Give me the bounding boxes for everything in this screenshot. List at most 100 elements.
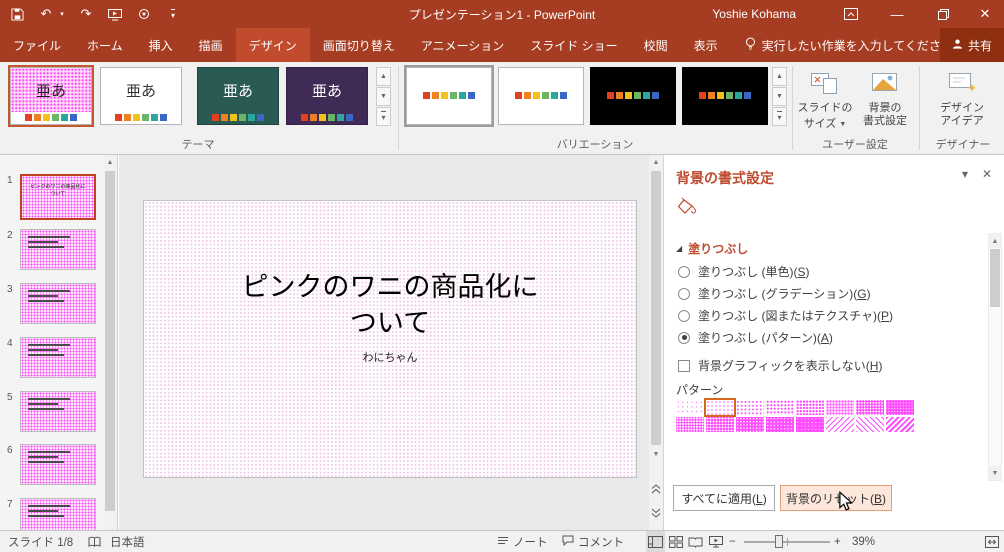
pattern-swatch[interactable] [676, 400, 704, 415]
zoom-out-icon[interactable]: − [729, 531, 736, 552]
radio-picture-texture-fill[interactable]: 塗りつぶし (図またはテクスチャ)(P) [678, 307, 893, 324]
variant-thumbnail[interactable] [590, 67, 676, 125]
tab-file[interactable]: ファイル [0, 28, 74, 62]
zoom-percentage[interactable]: 39% [852, 531, 875, 552]
tab-draw[interactable]: 描画 [186, 28, 236, 62]
tab-view[interactable]: 表示 [681, 28, 731, 62]
slide-thumbnail-7[interactable]: 7 [7, 498, 96, 530]
scrollbar-thumb[interactable] [990, 249, 1000, 307]
slide-subtitle-text[interactable]: わにちゃん [144, 349, 636, 365]
slide-thumbnail-5[interactable]: 5 [7, 391, 96, 432]
gallery-scroll-up-icon[interactable]: ▲ [772, 67, 787, 86]
restore-button[interactable] [928, 0, 958, 28]
customize-quick-access-icon[interactable]: ▾ [164, 4, 182, 24]
previous-slide-icon[interactable] [649, 481, 663, 497]
start-slideshow-icon[interactable] [106, 4, 124, 24]
slide-thumbnail-1[interactable]: 1 ピンクのワニの商品化に ついて [7, 174, 96, 220]
pattern-swatch[interactable] [856, 417, 884, 432]
theme-thumbnail[interactable]: 亜あ [100, 67, 182, 125]
pattern-swatch[interactable] [886, 400, 914, 415]
normal-view-button[interactable] [646, 531, 665, 552]
next-slide-icon[interactable] [649, 505, 663, 521]
tab-transitions[interactable]: 画面切り替え [310, 28, 408, 62]
gallery-more-icon[interactable]: ▾ [772, 107, 787, 126]
ribbon-display-options-icon[interactable] [836, 0, 866, 28]
tell-me-box[interactable]: 実行したい作業を入力してください [745, 28, 953, 62]
tab-home[interactable]: ホーム [74, 28, 136, 62]
scroll-up-icon[interactable]: ▲ [103, 155, 117, 169]
pattern-swatch[interactable] [736, 400, 764, 415]
close-button[interactable]: ✕ [970, 0, 1000, 28]
fill-bucket-icon[interactable] [676, 197, 700, 220]
save-icon[interactable] [8, 4, 26, 24]
pattern-swatch[interactable] [706, 417, 734, 432]
scrollbar-thumb[interactable] [105, 171, 115, 511]
pattern-swatch[interactable] [676, 417, 704, 432]
hide-background-graphics-checkbox[interactable]: 背景グラフィックを表示しない(H) [678, 357, 882, 374]
slide-canvas[interactable]: ピンクのワニの商品化に ついて わにちゃん [143, 200, 637, 478]
theme-thumbnail-current[interactable]: 亜あ [8, 65, 94, 127]
account-name[interactable]: Yoshie Kohama [712, 0, 796, 28]
pattern-swatch[interactable] [826, 400, 854, 415]
comments-button[interactable]: コメント [562, 531, 624, 552]
radio-icon[interactable] [678, 287, 690, 300]
reset-background-button[interactable]: 背景のリセット(B) [780, 485, 892, 511]
reading-view-button[interactable] [686, 531, 705, 552]
pattern-swatch[interactable] [826, 417, 854, 432]
radio-icon[interactable] [678, 265, 690, 278]
touch-mouse-mode-icon[interactable] [135, 4, 153, 24]
gallery-scroll-down-icon[interactable]: ▼ [376, 87, 391, 106]
radio-solid-fill[interactable]: 塗りつぶし (単色)(S) [678, 263, 809, 280]
scroll-up-icon[interactable]: ▲ [989, 234, 1001, 248]
pattern-swatch[interactable] [796, 400, 824, 415]
radio-icon[interactable] [678, 309, 690, 322]
language-button[interactable]: 日本語 [110, 531, 145, 552]
fit-to-window-icon[interactable] [985, 531, 999, 552]
variant-thumbnail[interactable] [682, 67, 768, 125]
zoom-in-icon[interactable]: + [834, 531, 841, 552]
slide-thumbnail-6[interactable]: 6 [7, 444, 96, 485]
tab-animations[interactable]: アニメーション [408, 28, 518, 62]
notes-button[interactable]: ノート [497, 531, 548, 552]
slide-thumbnail-3[interactable]: 3 [7, 283, 96, 324]
pattern-swatch[interactable] [856, 400, 884, 415]
variant-thumbnail-current[interactable] [404, 65, 494, 127]
slide-sorter-view-button[interactable] [666, 531, 685, 552]
gallery-more-icon[interactable]: ▾ [376, 107, 391, 126]
zoom-slider[interactable] [744, 535, 830, 548]
radio-icon[interactable] [678, 331, 690, 344]
theme-thumbnail[interactable]: 亜あ [286, 67, 368, 125]
radio-pattern-fill[interactable]: 塗りつぶし (パターン)(A) [678, 329, 833, 346]
vertical-scrollbar[interactable]: ▲ ▼ [649, 155, 663, 530]
fill-section-header[interactable]: ◢ 塗りつぶし [676, 240, 748, 257]
gallery-scroll-up-icon[interactable]: ▲ [376, 67, 391, 86]
theme-thumbnail[interactable]: 亜あ [197, 67, 279, 125]
pane-scrollbar[interactable]: ▲ ▼ [988, 233, 1002, 481]
undo-icon[interactable]: ↶ [37, 4, 55, 24]
redo-icon[interactable]: ↷ [77, 4, 95, 24]
scroll-up-icon[interactable]: ▲ [649, 155, 663, 169]
undo-dropdown-icon[interactable]: ▾ [58, 4, 66, 24]
radio-gradient-fill[interactable]: 塗りつぶし (グラデーション)(G) [678, 285, 871, 302]
apply-to-all-button[interactable]: すべてに適用(L) [673, 485, 775, 511]
pattern-swatch[interactable] [766, 400, 794, 415]
slide-thumbnail-2[interactable]: 2 [7, 229, 96, 270]
slideshow-view-button[interactable] [706, 531, 725, 552]
slide-thumbnail-4[interactable]: 4 [7, 337, 96, 378]
panel-scrollbar[interactable]: ▲ [103, 155, 117, 530]
tab-design[interactable]: デザイン [235, 28, 310, 62]
minimize-button[interactable]: — [882, 0, 912, 28]
scroll-down-icon[interactable]: ▼ [989, 466, 1001, 480]
proofing-icon[interactable] [88, 531, 101, 552]
pattern-swatch[interactable] [886, 417, 914, 432]
checkbox-icon[interactable] [678, 359, 690, 372]
pattern-swatch[interactable] [796, 417, 824, 432]
tab-insert[interactable]: 挿入 [136, 28, 186, 62]
share-button[interactable]: 共有 [940, 28, 1004, 62]
pane-options-icon[interactable]: ▾ [962, 167, 968, 181]
tab-review[interactable]: 校閲 [631, 28, 681, 62]
zoom-slider-thumb[interactable] [774, 535, 783, 548]
gallery-scroll-down-icon[interactable]: ▼ [772, 87, 787, 106]
variant-thumbnail[interactable] [498, 67, 584, 125]
pattern-swatch[interactable] [736, 417, 764, 432]
